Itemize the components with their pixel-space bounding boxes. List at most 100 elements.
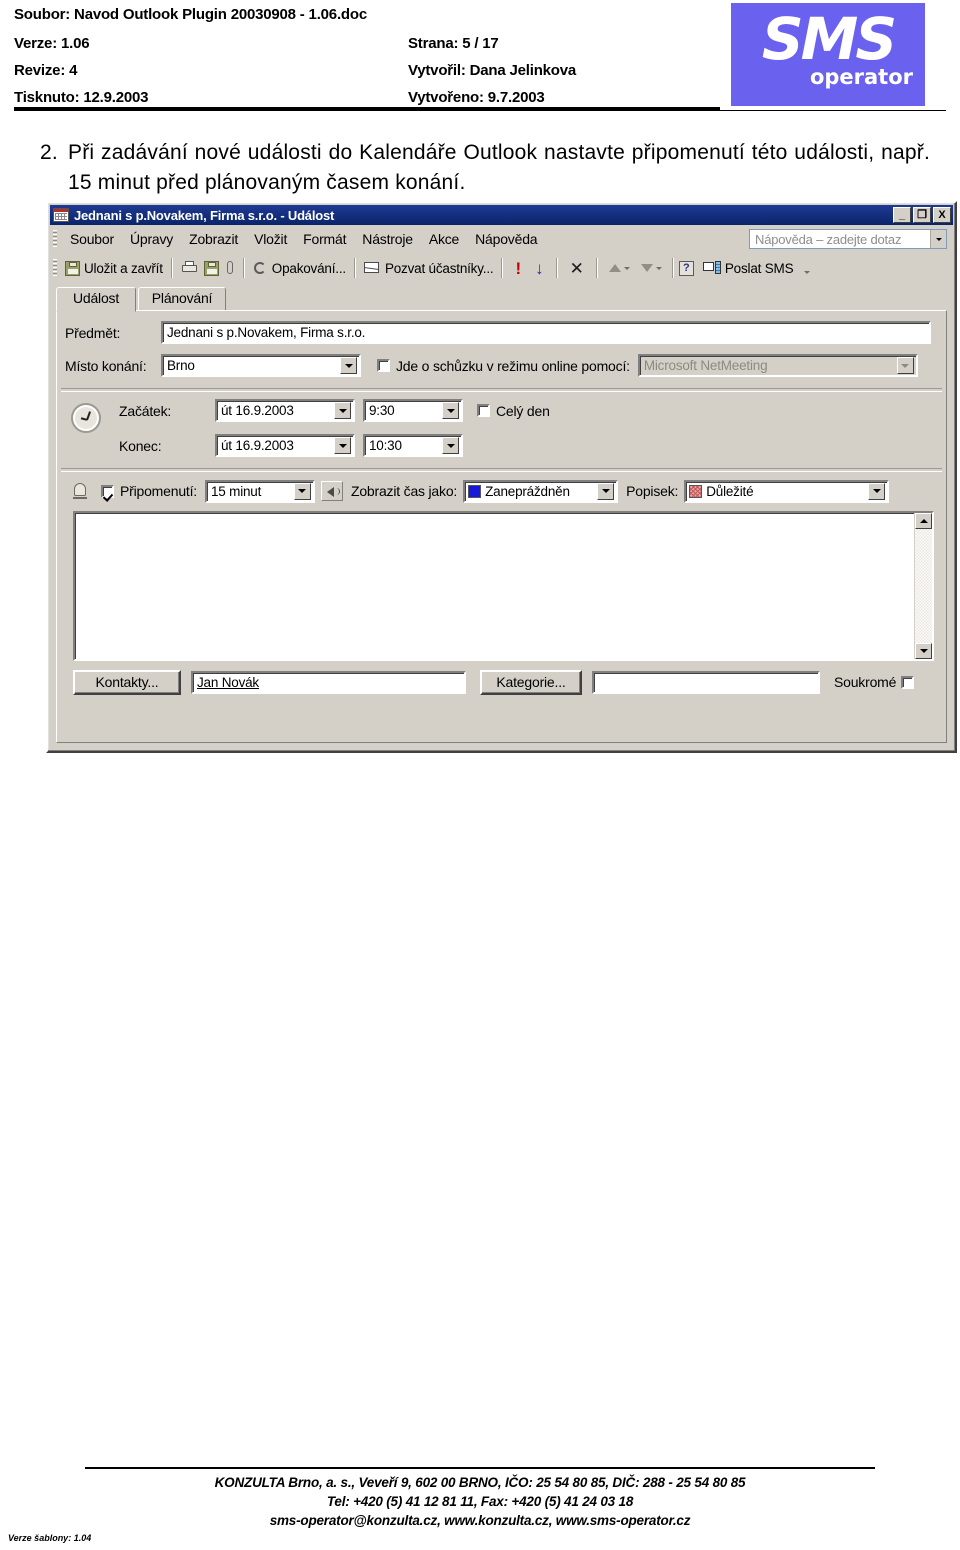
instruction-number: 2.: [40, 141, 58, 164]
previous-item-icon[interactable]: [608, 264, 621, 272]
online-meeting-checkbox[interactable]: [377, 359, 390, 372]
menu-item-nastroje[interactable]: Nástroje: [354, 229, 421, 249]
subject-label: Předmět:: [65, 324, 121, 341]
label-value: Důležité: [706, 483, 754, 499]
online-service-dropdown-button[interactable]: [896, 357, 914, 374]
location-combobox[interactable]: Brno: [161, 354, 361, 377]
menu-drag-handle[interactable]: [53, 230, 57, 248]
tab-strip: Událost Plánování: [56, 287, 947, 312]
private-checkbox[interactable]: [901, 675, 915, 689]
help-icon[interactable]: ?: [678, 260, 694, 276]
invite-attendees-label: Pozvat účastníky...: [384, 260, 494, 276]
label-dropdown-button[interactable]: [868, 482, 886, 500]
toolbar-overflow-icon[interactable]: [804, 270, 811, 274]
toolbar-drag-handle[interactable]: [53, 259, 57, 277]
high-importance-icon[interactable]: !: [508, 260, 528, 277]
save-and-close-label: Uložit a zavřít: [84, 260, 163, 276]
reminder-sound-button[interactable]: [320, 481, 343, 501]
logo-main-text: SMS: [761, 5, 897, 73]
contacts-button[interactable]: Kontakty...: [73, 669, 181, 695]
reminder-checkbox[interactable]: [101, 484, 114, 498]
end-label: Konec:: [119, 437, 162, 454]
footer-line-company: KONZULTA Brno, a. s., Veveří 9, 602 00 B…: [214, 1475, 746, 1490]
all-day-checkbox[interactable]: [477, 404, 490, 417]
end-time-combobox[interactable]: 10:30: [363, 434, 463, 457]
low-importance-icon[interactable]: ↓: [528, 260, 551, 277]
maximize-button[interactable]: ❐: [913, 207, 931, 223]
subject-input[interactable]: Jednani s p.Novakem, Firma s.r.o.: [161, 321, 931, 344]
chevron-down-icon: [446, 443, 455, 448]
toolbar-separator: [555, 258, 558, 278]
show-time-as-combobox[interactable]: Zanepráždněn: [463, 479, 619, 503]
end-date-dropdown-button[interactable]: [334, 437, 351, 454]
notes-textarea[interactable]: [73, 511, 934, 661]
help-search-dropdown-button[interactable]: [930, 230, 946, 248]
save-button[interactable]: [201, 256, 222, 280]
categories-button[interactable]: Kategorie...: [480, 669, 582, 695]
end-time-dropdown-button[interactable]: [442, 437, 459, 454]
scroll-down-button[interactable]: [915, 643, 932, 659]
online-service-combobox[interactable]: Microsoft NetMeeting: [637, 354, 918, 377]
close-button[interactable]: X: [933, 207, 951, 223]
attach-file-button[interactable]: [222, 256, 238, 280]
location-row: Místo konání: Brno Jde o schůzku v režim…: [57, 354, 946, 377]
menu-item-zobrazit[interactable]: Zobrazit: [181, 229, 246, 249]
chevron-up-icon: [919, 519, 928, 523]
print-button[interactable]: [178, 256, 201, 280]
label-label: Popisek:: [626, 483, 679, 499]
menu-item-napoveda[interactable]: Nápověda: [467, 229, 545, 249]
bottom-row: Kontakty... Jan Novák Kategorie... Soukr…: [57, 669, 946, 695]
scroll-up-button[interactable]: [915, 513, 932, 529]
categories-input[interactable]: [592, 670, 820, 694]
toolbar-separator: [353, 258, 356, 278]
sms-phone-icon: [702, 261, 721, 275]
chevron-down-icon: [872, 489, 881, 493]
recurrence-button[interactable]: Opakování...: [250, 256, 349, 280]
tab-planovani[interactable]: Plánování: [138, 287, 226, 310]
start-date-dropdown-button[interactable]: [334, 402, 351, 419]
scrollbar-track[interactable]: [915, 529, 932, 643]
show-time-as-label: Zobrazit čas jako:: [350, 483, 458, 499]
help-search-placeholder: Nápověda – zadejte dotaz: [755, 231, 902, 247]
form-divider: [61, 468, 942, 472]
cancel-invitation-icon[interactable]: ✕: [563, 260, 591, 277]
online-service-value: Microsoft NetMeeting: [643, 358, 768, 373]
menu-item-vlozit[interactable]: Vložit: [246, 229, 295, 249]
send-sms-button[interactable]: Poslat SMS: [700, 256, 797, 280]
previous-item-dropdown-icon[interactable]: [623, 266, 630, 270]
tab-udalost[interactable]: Událost: [56, 287, 136, 312]
reminder-combobox[interactable]: 15 minut: [204, 479, 315, 503]
notes-text-content[interactable]: [75, 513, 914, 659]
end-date-combobox[interactable]: út 16.9.2003: [215, 434, 355, 457]
location-dropdown-button[interactable]: [340, 357, 357, 374]
header-created: Vytvořeno: 9.7.2003: [408, 89, 545, 106]
chevron-down-icon: [338, 443, 347, 448]
menu-item-upravy[interactable]: Úpravy: [122, 229, 181, 249]
next-item-dropdown-icon[interactable]: [655, 266, 662, 270]
chevron-down-icon: [446, 408, 455, 413]
reminder-row: Připomenutí: 15 minut Zobrazit čas jako:…: [57, 479, 946, 503]
minimize-button[interactable]: _: [893, 207, 911, 223]
menu-item-akce[interactable]: Akce: [421, 229, 467, 249]
logo-sub-text: operator: [809, 65, 913, 89]
start-date-combobox[interactable]: út 16.9.2003: [215, 399, 355, 422]
menu-item-soubor[interactable]: Soubor: [62, 229, 122, 249]
header-version: Verze: 1.06: [14, 35, 90, 52]
contacts-input[interactable]: Jan Novák: [191, 670, 466, 694]
label-combobox[interactable]: Důležité: [684, 479, 890, 503]
start-time-dropdown-button[interactable]: [442, 402, 459, 419]
help-search-input[interactable]: Nápověda – zadejte dotaz: [749, 229, 947, 249]
start-time-combobox[interactable]: 9:30: [363, 399, 463, 422]
header-divider-thin: [14, 110, 946, 111]
show-time-as-dropdown-button[interactable]: [597, 482, 615, 500]
save-and-close-button[interactable]: Uložit a zavřít: [62, 256, 166, 280]
end-date-value: út 16.9.2003: [221, 438, 294, 453]
start-time-value: 9:30: [369, 403, 395, 418]
next-item-icon[interactable]: [640, 264, 653, 272]
menu-item-format[interactable]: Formát: [295, 229, 354, 249]
start-row: Začátek: út 16.9.2003 9:30 Celý den: [57, 399, 946, 422]
invite-attendees-button[interactable]: Pozvat účastníky...: [361, 256, 497, 280]
location-label: Místo konání:: [65, 357, 147, 374]
reminder-dropdown-button[interactable]: [293, 482, 311, 500]
notes-scrollbar[interactable]: [914, 513, 932, 659]
